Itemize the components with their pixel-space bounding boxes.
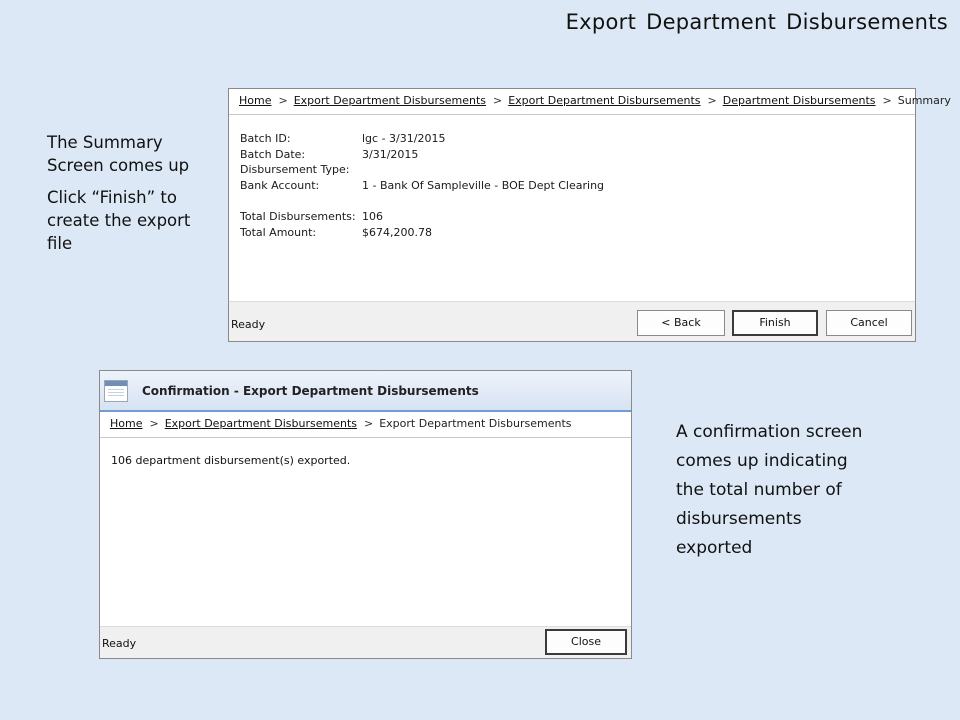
bank-account-label: Bank Account: — [240, 178, 320, 192]
confirmation-window: Confirmation - Export Department Disburs… — [99, 370, 632, 659]
finish-button[interactable]: Finish — [732, 310, 818, 336]
total-amount-label: Total Amount: — [240, 225, 317, 239]
breadcrumb: Home > Export Department Disbursements > Exp… — [229, 89, 951, 115]
summary-note-line1: The Summary Screen comes up — [47, 133, 190, 175]
total-disbursements-row: Total Disbursements: 106 — [240, 209, 915, 225]
batch-id-row: Batch ID: lgc - 3/31/2015 — [240, 131, 915, 147]
disbursement-type-label: Disbursement Type: — [240, 163, 350, 176]
summary-footer: Ready < Back Finish Cancel — [229, 301, 915, 341]
disbursement-type-row: Disbursement Type: — [240, 162, 915, 178]
chevron-right-icon: > — [882, 94, 892, 107]
confirmation-titlebar: Confirmation - Export Department Disburs… — [100, 371, 631, 412]
chevron-right-icon: > — [278, 94, 288, 107]
total-amount-value: $674,200.78 — [362, 225, 432, 239]
chevron-right-icon: > — [707, 94, 717, 107]
chevron-right-icon: > — [364, 417, 374, 430]
breadcrumb: Home > Export Department Disbursements > Exp… — [100, 412, 631, 438]
chevron-right-icon: > — [149, 417, 159, 430]
confirmation-footer: Ready Close — [100, 626, 631, 658]
confirmation-message: 106 department disbursement(s) exported. — [111, 454, 351, 467]
bank-account-row: Bank Account: 1 - Bank Of Sampleville - … — [240, 178, 915, 194]
batch-id-value: lgc - 3/31/2015 — [362, 132, 446, 145]
close-button[interactable]: Close — [545, 629, 627, 655]
batch-date-label: Batch Date: — [240, 147, 306, 161]
breadcrumb-home[interactable]: Home — [239, 94, 271, 107]
slide-title: Export Department Disbursements — [565, 10, 948, 34]
confirmation-title: Confirmation - Export Department Disburs… — [142, 383, 479, 398]
total-amount-row: Total Amount: $674,200.78 — [240, 225, 915, 241]
total-disbursements-label: Total Disbursements: — [240, 210, 356, 223]
total-disbursements-value: 106 — [362, 210, 383, 223]
back-button[interactable]: < Back — [637, 310, 725, 336]
status-text: Ready — [102, 637, 137, 650]
batch-id-label: Batch ID: — [240, 132, 291, 145]
batch-date-value: 3/31/2015 — [362, 147, 419, 161]
breadcrumb-current: Export Department Disbursements — [379, 417, 572, 430]
summary-note: The Summary Screen comes up Click “Finis… — [47, 131, 217, 264]
cancel-button[interactable]: Cancel — [826, 310, 912, 336]
breadcrumb-export-1[interactable]: Export Department Disbursements — [165, 417, 357, 430]
chevron-right-icon: > — [493, 94, 503, 107]
bank-account-value: 1 - Bank Of Sampleville - BOE Dept Clear… — [362, 178, 605, 192]
summary-note-line2: Click “Finish” to create the export file — [47, 188, 191, 253]
status-text: Ready — [231, 318, 266, 331]
app-window-icon — [104, 379, 128, 402]
confirmation-note: A confirmation screen comes up indicatin… — [676, 422, 863, 558]
breadcrumb-export-2[interactable]: Export Department Disbursements — [508, 94, 700, 107]
summary-window: Home > Export Department Disbursements > Exp… — [228, 88, 951, 342]
breadcrumb-home[interactable]: Home — [110, 417, 142, 430]
batch-date-row: Batch Date: 3/31/2015 — [240, 147, 915, 163]
summary-details: Batch ID: lgc - 3/31/2015 Batch Date: 3/… — [229, 115, 915, 240]
breadcrumb-dept-disbursements[interactable]: Department Disbursements — [723, 94, 876, 107]
breadcrumb-export-1[interactable]: Export Department Disbursements — [294, 94, 486, 107]
breadcrumb-current: Summary — [897, 94, 951, 107]
